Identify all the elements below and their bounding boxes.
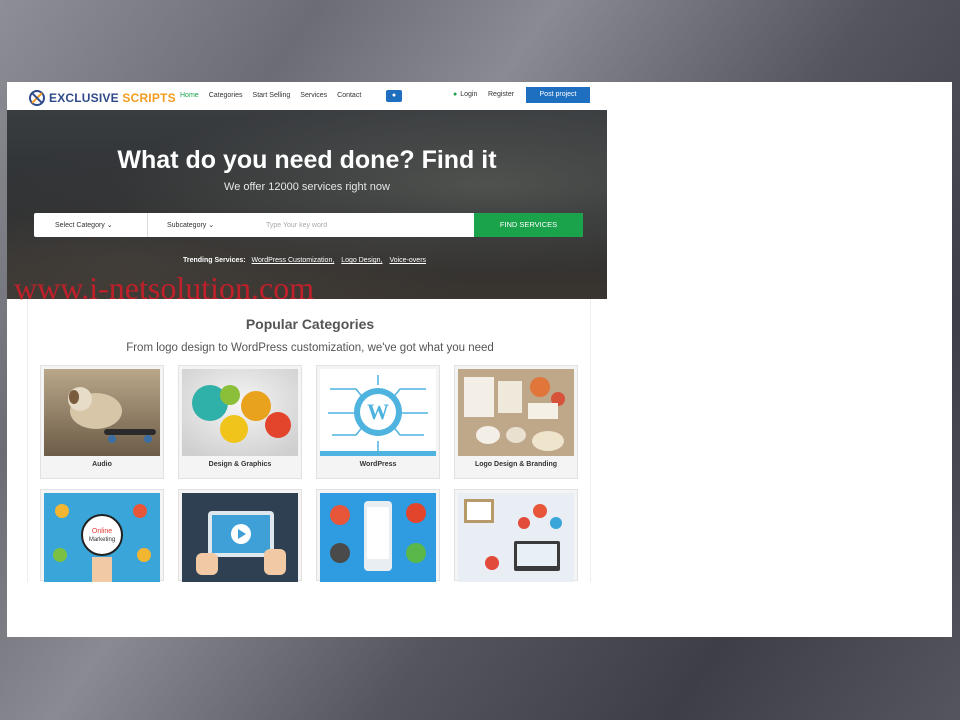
category-card-mobile[interactable] (316, 489, 440, 582)
logo-text: EXCLUSIVE SCRIPTS (49, 91, 176, 105)
nav-start-selling[interactable]: Start Selling (253, 92, 291, 99)
chevron-down-icon: ⌄ (208, 222, 215, 229)
category-card-audio[interactable]: Audio (40, 365, 164, 479)
nav-services[interactable]: Services (300, 92, 327, 99)
hero-banner: What do you need done? Find it We offer … (7, 110, 607, 306)
puppy-skateboard-image (44, 369, 160, 456)
select-category-label: Select Category (55, 222, 105, 229)
section-subtitle: From logo design to WordPress customizat… (126, 342, 494, 354)
svg-text:W: W (367, 399, 389, 424)
register-link[interactable]: Register (488, 91, 514, 98)
trending-link[interactable]: Logo Design, (341, 257, 382, 264)
logo[interactable]: EXCLUSIVE SCRIPTS (29, 90, 176, 106)
post-project-button[interactable]: Post project (526, 87, 590, 103)
category-card-web-development[interactable] (454, 489, 578, 582)
category-label: WordPress (359, 461, 397, 468)
category-card-online-marketing[interactable]: Online Marketing (40, 489, 164, 582)
video-tablet-image (182, 493, 298, 582)
site-header: EXCLUSIVE SCRIPTS Home Categories Start … (7, 82, 607, 110)
category-card-wordpress[interactable]: W WordPress (316, 365, 440, 479)
category-card-logo-branding[interactable]: Logo Design & Branding (454, 365, 578, 479)
search-bar: Select Category ⌄ Subcategory ⌄ FIND SER… (34, 213, 583, 237)
trending-link[interactable]: WordPress Customization, (252, 257, 335, 264)
category-label: Audio (92, 461, 112, 468)
divider (147, 213, 148, 237)
subcategory-dropdown[interactable]: Subcategory ⌄ (167, 221, 214, 229)
notification-bell-icon[interactable]: ● (386, 90, 402, 102)
trending-label: Trending Services: (182, 257, 246, 264)
online-marketing-image: Online Marketing (44, 493, 160, 582)
hero-title: What do you need done? Find it (117, 146, 497, 174)
nav-home[interactable]: Home (180, 92, 199, 99)
slide-card: EXCLUSIVE SCRIPTS Home Categories Start … (7, 82, 952, 637)
popular-categories-section: Popular Categories From logo design to W… (27, 299, 591, 582)
section-title: Popular Categories (245, 316, 375, 332)
category-label: Logo Design & Branding (474, 461, 558, 468)
wordpress-circuit-image: W (320, 369, 436, 456)
website-screenshot: EXCLUSIVE SCRIPTS Home Categories Start … (7, 82, 607, 582)
login-link[interactable]: ● Login (453, 91, 477, 98)
subcategory-label: Subcategory (167, 222, 207, 229)
find-services-button[interactable]: FIND SERVICES (474, 213, 583, 237)
branding-stationery-image (458, 369, 574, 456)
svg-text:Marketing: Marketing (89, 537, 115, 543)
category-card-design[interactable]: Design & Graphics (178, 365, 302, 479)
logo-text-part1: EXCLUSIVE (49, 91, 119, 105)
select-category-dropdown[interactable]: Select Category ⌄ (55, 221, 113, 229)
infographic-steps-image (182, 369, 298, 456)
main-nav: Home Categories Start Selling Services C… (180, 92, 371, 99)
login-label: Login (460, 91, 478, 98)
category-label: Design & Graphics (208, 461, 272, 468)
trending-link[interactable]: Voice-overs (389, 257, 426, 264)
logo-text-part2: SCRIPTS (122, 91, 176, 105)
mobile-development-image (320, 493, 436, 582)
keyword-search-input[interactable] (266, 217, 466, 233)
chevron-down-icon: ⌄ (106, 222, 113, 229)
nav-contact[interactable]: Contact (337, 92, 361, 99)
web-development-image (458, 493, 574, 582)
logo-mark-icon (29, 90, 45, 106)
trending-services: Trending Services: WordPress Customizati… (7, 257, 607, 264)
category-card-video[interactable] (178, 489, 302, 582)
nav-categories[interactable]: Categories (209, 92, 243, 99)
user-icon: ● (453, 91, 458, 98)
svg-text:Online: Online (92, 528, 112, 535)
hero-subtitle: We offer 12000 services right now (224, 181, 390, 193)
